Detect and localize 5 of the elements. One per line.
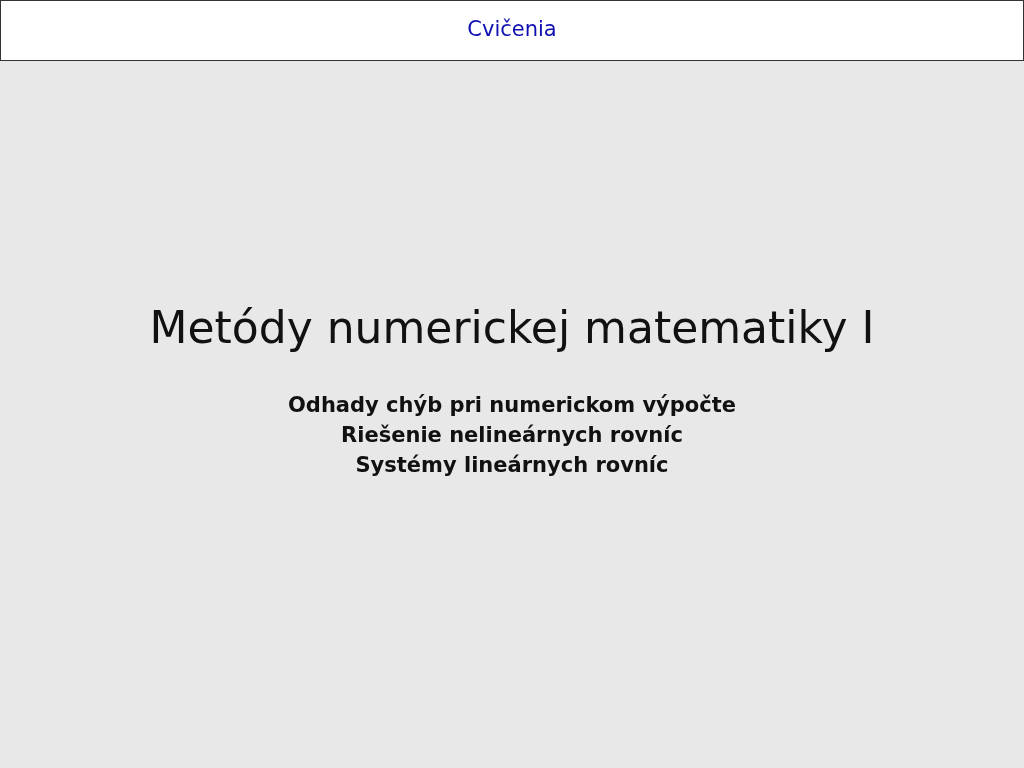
slide-subtitle: Odhady chýb pri numerickom výpočte — [288, 392, 736, 419]
exercises-link[interactable]: Cvičenia — [467, 16, 557, 41]
slide-subtitle: Systémy lineárnych rovníc — [355, 452, 669, 479]
slide-subtitle: Riešenie nelineárnych rovníc — [341, 422, 683, 449]
slide-title: Metódy numerickej matematiky I — [149, 301, 875, 355]
